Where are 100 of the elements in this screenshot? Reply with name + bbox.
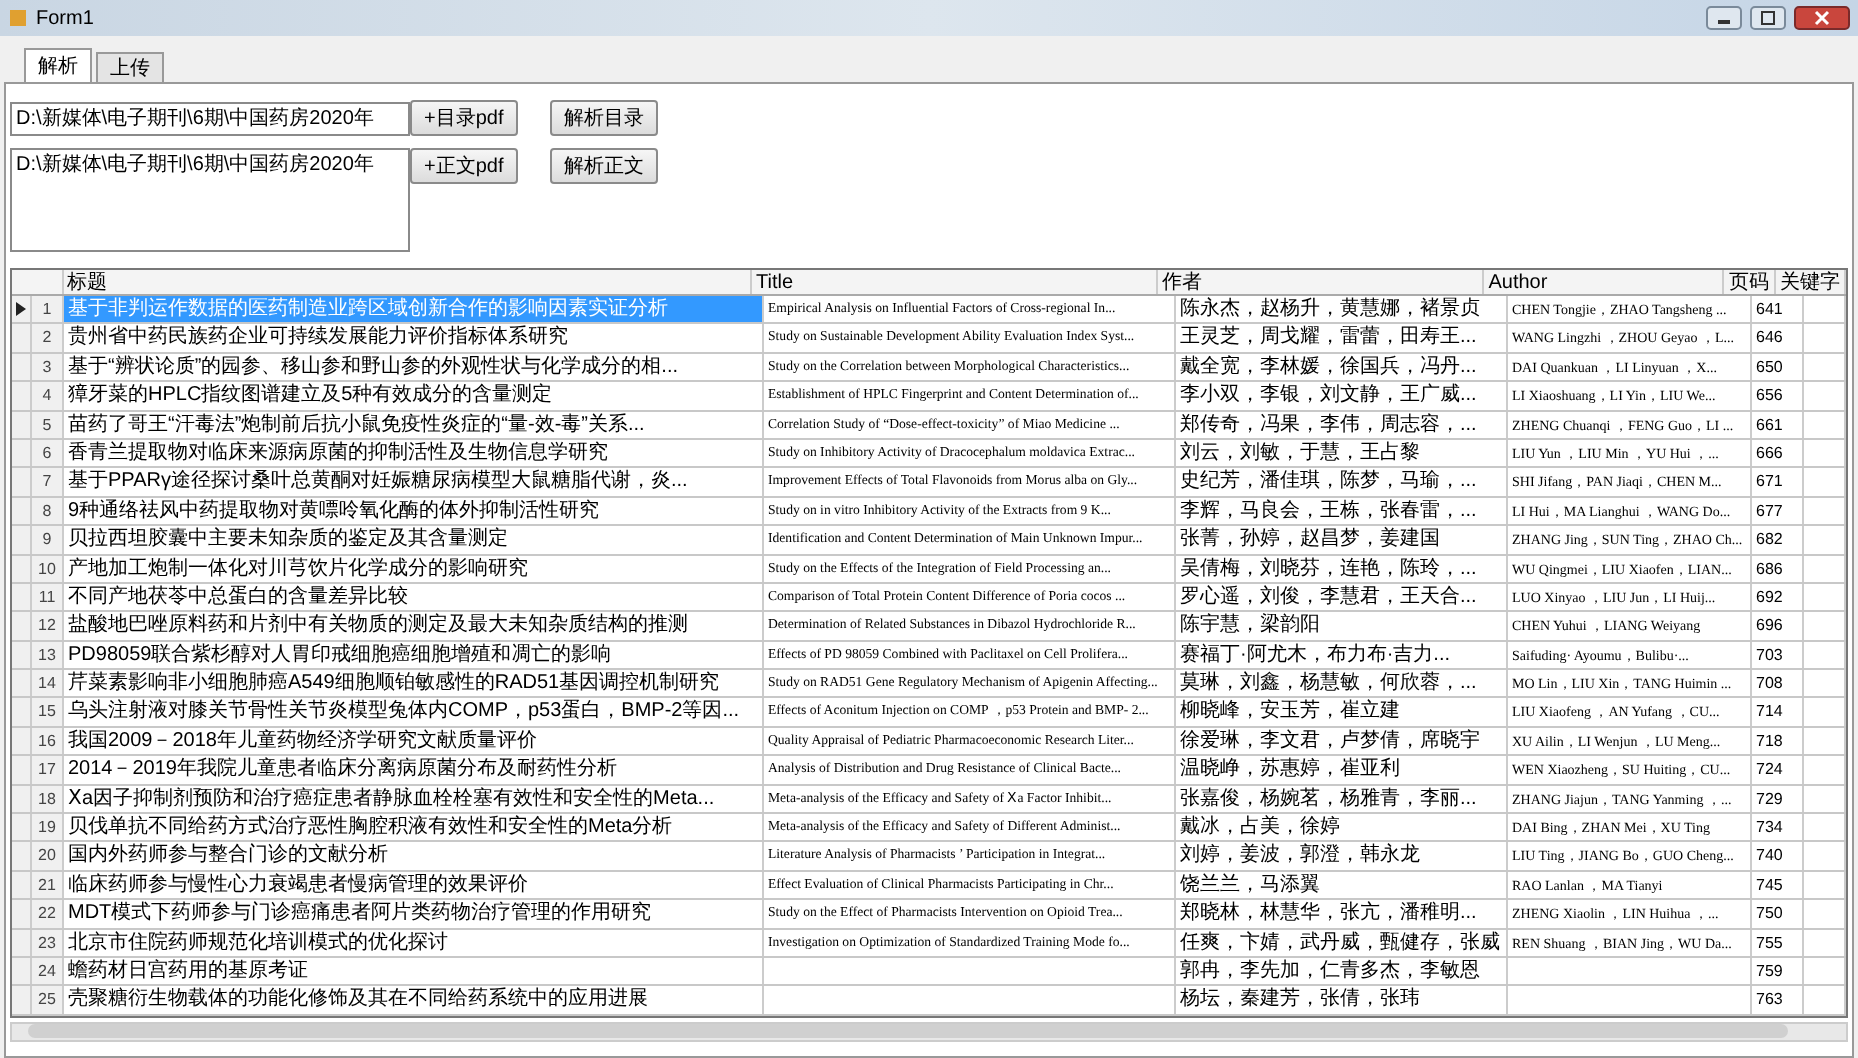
row-number: 14 xyxy=(32,670,64,697)
table-cell: 北京市住院药师规范化培训模式的优化探讨 xyxy=(64,929,764,956)
table-cell: 708 xyxy=(1752,670,1804,697)
table-cell: 724 xyxy=(1752,756,1804,784)
table-cell: 729 xyxy=(1752,785,1804,813)
table-cell: 张菁，孙婷，赵昌梦，姜建国 xyxy=(1176,526,1508,554)
row-header[interactable] xyxy=(12,296,32,323)
row-number: 13 xyxy=(32,641,64,669)
table-cell: 677 xyxy=(1752,497,1804,525)
table-cell: 基于非判运作数据的医药制造业跨区域创新合作的影响因素实证分析 xyxy=(64,296,764,323)
table-cell: 郭冉，李先加，仁青多杰，李敏恩 xyxy=(1176,957,1508,985)
row-number: 23 xyxy=(32,929,64,956)
row-number: 25 xyxy=(32,986,64,1014)
maximize-icon[interactable] xyxy=(1750,6,1786,30)
table-cell: 759 xyxy=(1752,957,1804,985)
table-cell: 656 xyxy=(1752,382,1804,410)
table-cell: 718 xyxy=(1752,727,1804,755)
table-cell: 郑晓林，林慧华，张亢，潘稚明... xyxy=(1176,900,1508,928)
minimize-icon[interactable] xyxy=(1706,6,1742,30)
table-cell: MDT模式下药师参与门诊癌痛患者阿片类药物治疗管理的作用研究 xyxy=(64,900,764,928)
table-cell: 罗心遥，刘俊，李慧君，王天合... xyxy=(1176,583,1508,611)
table-cell: 740 xyxy=(1752,842,1804,870)
add-pdf-button[interactable]: +目录pdf xyxy=(410,100,518,136)
table-cell: 2014－2019年我院儿童患者临床分离病原菌分布及耐药性分析 xyxy=(64,756,764,784)
table-cell: 李辉，马良会，王栋，张春雷，... xyxy=(1176,497,1508,525)
row-number: 21 xyxy=(32,871,64,899)
row-number: 4 xyxy=(32,382,64,410)
parse-button[interactable]: 解析目录 xyxy=(549,100,658,136)
table-cell: 646 xyxy=(1752,324,1804,352)
parse-button[interactable]: 解析正文 xyxy=(549,148,658,184)
path-text-area[interactable]: D:\新媒体\电子期刊\6期\中国药房2020年 xyxy=(10,148,410,252)
row-number: 6 xyxy=(32,439,64,467)
row-number: 19 xyxy=(32,814,64,841)
column-header[interactable]: Author xyxy=(1484,270,1725,294)
table-cell: 661 xyxy=(1752,411,1804,438)
row-number: 5 xyxy=(32,411,64,438)
table-cell: 壳聚糖衍生物载体的功能化修饰及其在不同给药系统中的应用进展 xyxy=(64,986,764,1014)
table-cell: Ⅹa因子抑制剂预防和治疗癌症患者静脉血栓栓塞有效性和安全性的Meta... xyxy=(64,785,764,813)
table-cell: 703 xyxy=(1752,641,1804,669)
table-cell: 乌头注射液对膝关节骨性关节炎模型兔体内COMP，p53蛋白，BMP-2等因... xyxy=(64,698,764,726)
app-icon xyxy=(8,8,28,28)
table-cell: 徐爱琳，李文君，卢梦倩，席晓宇 xyxy=(1176,727,1508,755)
table-cell: 基于PPARγ途径探讨桑叶总黄酮对妊娠糖尿病模型大鼠糖脂代谢，炎... xyxy=(64,468,764,496)
table-cell: 我国2009－2018年儿童药物经济学研究文献质量评价 xyxy=(64,727,764,755)
table-cell: 755 xyxy=(1752,929,1804,956)
table-cell: 产地加工炮制一体化对川芎饮片化学成分的影响研究 xyxy=(64,555,764,582)
table-cell: 香青兰提取物对临床来源病原菌的抑制活性及生物信息学研究 xyxy=(64,439,764,467)
table-cell: 张嘉俊，杨婉茗，杨雅青，李丽... xyxy=(1176,785,1508,813)
table-cell: PD98059联合紫杉醇对人胃印戒细胞癌细胞增殖和凋亡的影响 xyxy=(64,641,764,669)
column-header[interactable]: 页码 xyxy=(1724,270,1776,294)
column-header[interactable]: 关键字 xyxy=(1776,270,1846,294)
row-number: 12 xyxy=(32,612,64,640)
tab[interactable]: 上传 xyxy=(96,52,164,82)
row-number: 8 xyxy=(32,497,64,525)
row-number: 15 xyxy=(32,698,64,726)
row-number: 3 xyxy=(32,353,64,381)
table-cell: 杨坛，秦建芳，张倩，张玮 xyxy=(1176,986,1508,1014)
add-pdf-button[interactable]: +正文pdf xyxy=(410,148,518,184)
table-cell: 苗药了哥王“汗毒法”炮制前后抗小鼠免疫性炎症的“量-效-毒”关系... xyxy=(64,411,764,438)
table-cell: 750 xyxy=(1752,900,1804,928)
table-cell: 666 xyxy=(1752,439,1804,467)
table-cell: 641 xyxy=(1752,296,1804,323)
table-cell: 赛福丁·阿尤木，布力布·吉力... xyxy=(1176,641,1508,669)
table-cell: 饶兰兰，马添翼 xyxy=(1176,871,1508,899)
table-cell: 陈宇慧，梁韵阳 xyxy=(1176,612,1508,640)
horizontal-scrollbar[interactable] xyxy=(10,1021,1848,1042)
table-cell: 李小双，李银，刘文静，王广威... xyxy=(1176,382,1508,410)
table-cell: 莫琳，刘鑫，杨慧敏，何欣蓉，... xyxy=(1176,670,1508,697)
table-cell: 郑传奇，冯果，李伟，周志容，... xyxy=(1176,411,1508,438)
table-cell: 696 xyxy=(1752,612,1804,640)
tab[interactable]: 解析 xyxy=(24,48,92,82)
close-icon[interactable] xyxy=(1794,6,1850,30)
table-cell: 不同产地茯苓中总蛋白的含量差异比较 xyxy=(64,583,764,611)
column-header[interactable]: Title xyxy=(752,270,1158,294)
row-number: 11 xyxy=(32,583,64,611)
table-cell: 吴倩梅，刘晓芬，连艳，陈玲，... xyxy=(1176,555,1508,582)
table-cell: 国内外药师参与整合门诊的文献分析 xyxy=(64,842,764,870)
row-number: 2 xyxy=(32,324,64,352)
column-header[interactable]: 作者 xyxy=(1157,270,1485,294)
table-cell: 芹菜素影响非小细胞肺癌A549细胞顺铂敏感性的RAD51基因调控机制研究 xyxy=(64,670,764,697)
table-cell: 671 xyxy=(1752,468,1804,496)
table-cell: 刘婷，姜波，郭澄，韩永龙 xyxy=(1176,842,1508,870)
table-cell: 734 xyxy=(1752,814,1804,841)
table-cell: 陈永杰，赵杨升，黄慧娜，褚景贞 xyxy=(1176,296,1508,323)
table-cell: 692 xyxy=(1752,583,1804,611)
window-title: Form1 xyxy=(36,5,94,33)
table-cell: 贵州省中药民族药企业可持续发展能力评价指标体系研究 xyxy=(64,324,764,352)
table-cell: 温晓峥，苏惠婷，崔亚利 xyxy=(1176,756,1508,784)
row-number: 24 xyxy=(32,957,64,985)
row-number: 7 xyxy=(32,468,64,496)
table-cell: 盐酸地巴唑原料药和片剂中有关物质的测定及最大未知杂质结构的推测 xyxy=(64,612,764,640)
row-number: 18 xyxy=(32,785,64,813)
table-cell: 临床药师参与慢性心力衰竭患者慢病管理的效果评价 xyxy=(64,871,764,899)
table-cell: 贝拉西坦胶囊中主要未知杂质的鉴定及其含量测定 xyxy=(64,526,764,554)
table-cell: 戴全宽，李林媛，徐国兵，冯丹... xyxy=(1176,353,1508,381)
row-number: 9 xyxy=(32,526,64,554)
table-cell: 763 xyxy=(1752,986,1804,1014)
path-field[interactable]: D:\新媒体\电子期刊\6期\中国药房2020年 xyxy=(10,101,410,135)
column-header[interactable]: 标题 xyxy=(63,270,753,294)
row-number: 20 xyxy=(32,842,64,870)
